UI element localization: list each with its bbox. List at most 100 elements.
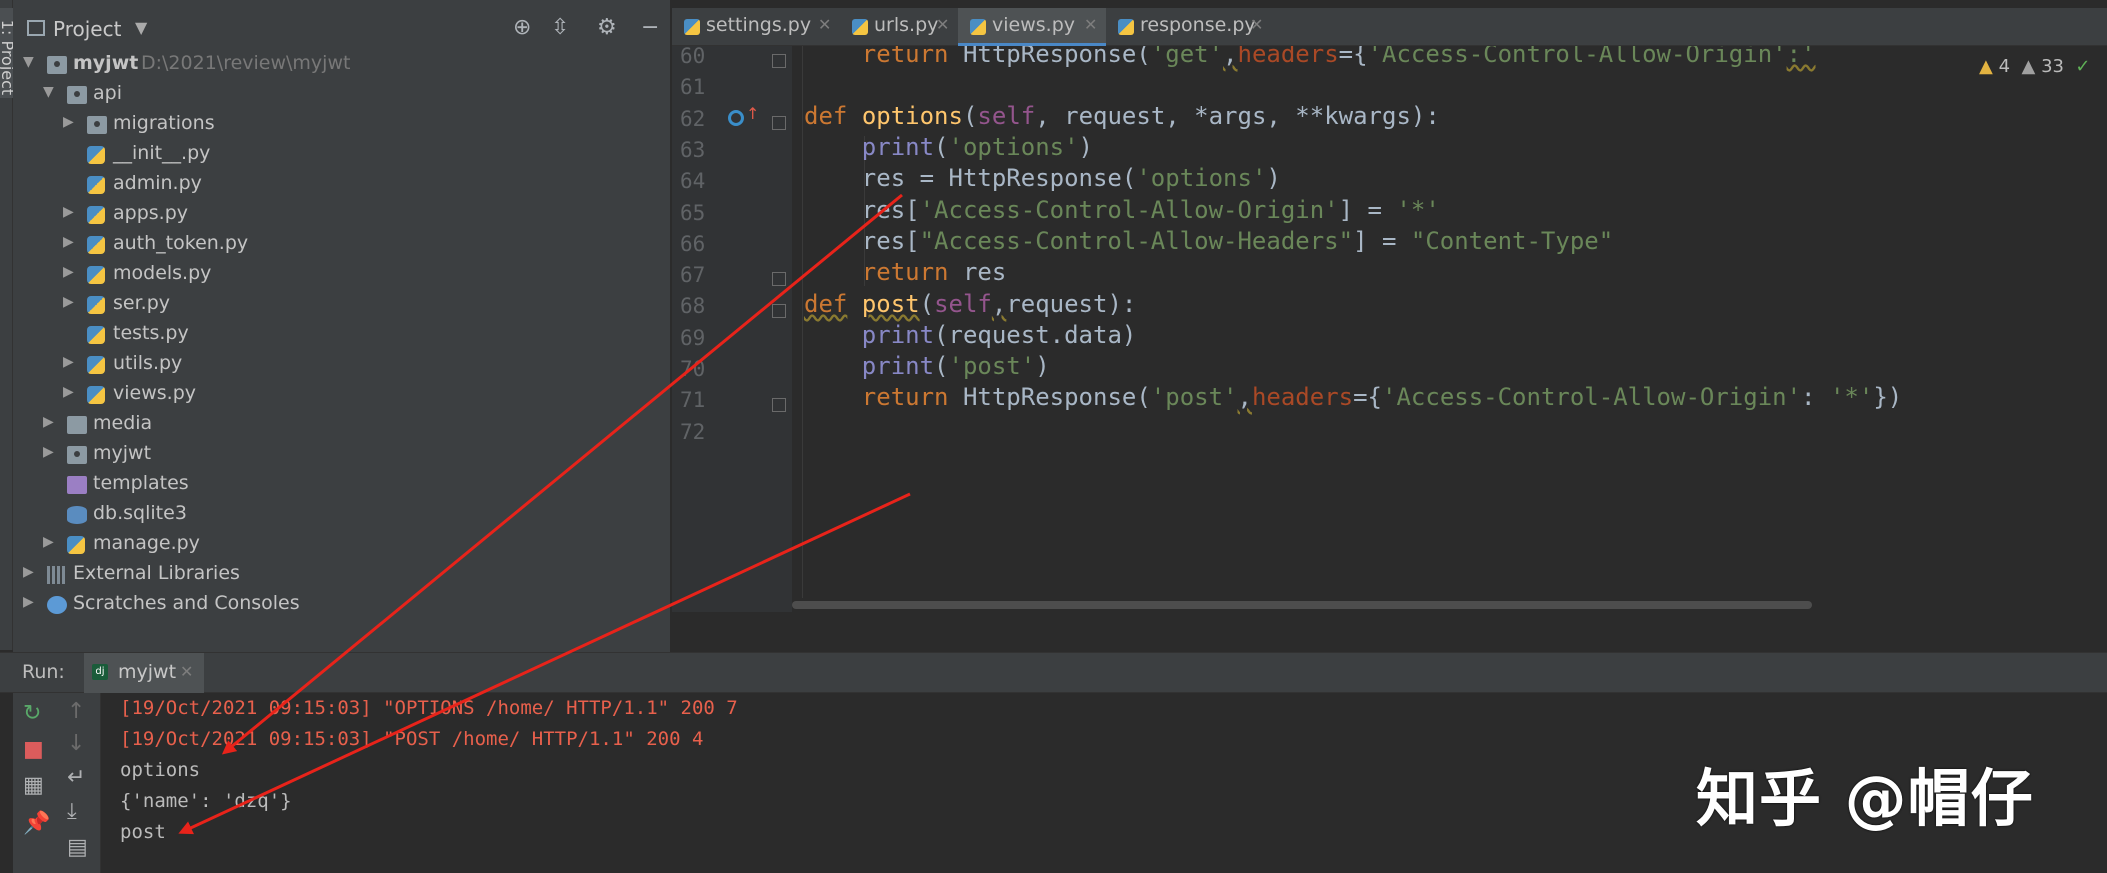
python-file-icon [1118, 19, 1134, 35]
tree-item[interactable]: ▶ myjwt [13, 440, 671, 470]
chevron-down-icon[interactable]: ▼ [23, 54, 34, 70]
tab-label: response.py [1140, 14, 1256, 36]
token: options [861, 102, 963, 130]
project-panel-title[interactable]: Project [53, 17, 121, 41]
editor-area: settings.py ✕ urls.py ✕ views.py ✕ respo… [672, 0, 2107, 652]
token: res[ [861, 196, 920, 224]
code-line-70: print('post') [861, 352, 1050, 380]
tree-item[interactable]: ▶ apps.py [13, 200, 671, 230]
tab-views-py[interactable]: views.py ✕ [958, 8, 1106, 46]
tab-settings-py[interactable]: settings.py ✕ [672, 8, 840, 46]
project-tool-tab[interactable]: 1: Project [0, 8, 17, 98]
chevron-right-icon[interactable]: ▶ [63, 234, 74, 250]
line-number: 63 [680, 137, 706, 162]
fold-marker-icon[interactable] [772, 304, 786, 318]
tree-item[interactable]: admin.py [13, 170, 671, 200]
close-icon[interactable]: ✕ [818, 15, 831, 34]
tree-item[interactable]: ▶ models.py [13, 260, 671, 290]
tool-window-strip: 1: Project [0, 0, 17, 650]
tree-item[interactable]: db.sqlite3 [13, 500, 671, 530]
tree-item[interactable]: tests.py [13, 320, 671, 350]
tree-item-label: api [93, 82, 122, 104]
chevron-right-icon[interactable]: ▶ [23, 564, 34, 580]
templates-folder-icon [67, 476, 87, 494]
weak-warning-count: 33 [2041, 56, 2064, 77]
tree-item-label: media [93, 412, 153, 434]
chevron-down-icon[interactable]: ▼ [135, 18, 147, 37]
tree-item[interactable]: ▶ migrations [13, 110, 671, 140]
tree-item[interactable]: ▶ Scratches and Consoles [13, 590, 671, 620]
indent-guide [802, 46, 803, 612]
code-editor[interactable]: return HttpResponse('get',headers={'Acce… [792, 46, 2107, 612]
horizontal-scrollbar[interactable] [792, 598, 2107, 612]
line-number: 70 [680, 357, 706, 381]
fold-marker-icon[interactable] [772, 272, 786, 286]
chevron-right-icon[interactable]: ▶ [63, 384, 74, 400]
run-tab-label: myjwt [118, 661, 177, 683]
package-folder-icon [67, 86, 87, 104]
tree-item[interactable]: ▼ myjwt D:\2021\review\myjwt [13, 50, 671, 80]
token: 'Access-Control-Allow-Origin' [1367, 46, 1787, 68]
tree-item[interactable]: templates [13, 470, 671, 500]
tree-item[interactable]: ▶ media [13, 410, 671, 440]
tab-response-py[interactable]: response.py ✕ [1106, 8, 1272, 46]
token: def [804, 102, 848, 130]
tree-item[interactable]: ▼ api [13, 80, 671, 110]
python-file-icon [87, 326, 105, 344]
tab-label: settings.py [706, 14, 812, 36]
inspection-widget[interactable]: ▲ 4 ▲ 33 ✓ [1979, 56, 2107, 86]
close-icon[interactable]: ✕ [1250, 15, 1263, 34]
token: 'Access-Control-Allow-Origin' [919, 196, 1339, 224]
close-icon[interactable]: ✕ [936, 15, 949, 34]
tree-item[interactable]: ▶ auth_token.py [13, 230, 671, 260]
chevron-right-icon[interactable]: ▶ [43, 444, 54, 460]
soft-wrap-icon[interactable]: ↵ [67, 765, 85, 790]
chevron-right-icon[interactable]: ▶ [63, 264, 74, 280]
run-tab-myjwt[interactable]: dj myjwt ✕ [84, 653, 204, 693]
locate-icon[interactable]: ⊕ [513, 15, 531, 40]
tree-item-label: db.sqlite3 [93, 502, 187, 524]
line-number: 67 [680, 263, 706, 288]
warning-icon: ▲ [1979, 56, 1993, 77]
override-marker-icon[interactable] [728, 110, 744, 126]
tree-item[interactable]: ▶ manage.py [13, 530, 671, 560]
chevron-right-icon[interactable]: ▶ [23, 594, 34, 610]
chevron-right-icon[interactable]: ▶ [43, 414, 54, 430]
tree-item[interactable]: ▶ views.py [13, 380, 671, 410]
layout-icon[interactable]: ▦ [23, 773, 44, 798]
tree-item-label: External Libraries [73, 562, 240, 584]
stop-icon[interactable]: ■ [23, 737, 44, 762]
token: print [861, 321, 935, 349]
fold-marker-icon[interactable] [772, 116, 786, 130]
line-number-gutter[interactable]: ↑ 60 61 62 63 64 65 66 67 68 69 70 71 72 [672, 44, 792, 612]
chevron-right-icon[interactable]: ▶ [63, 354, 74, 370]
fold-marker-icon[interactable] [772, 398, 786, 412]
chevron-right-icon[interactable]: ▶ [63, 114, 74, 130]
tree-item[interactable]: ▶ utils.py [13, 350, 671, 380]
tab-urls-py[interactable]: urls.py ✕ [840, 8, 958, 46]
chevron-right-icon[interactable]: ▶ [43, 534, 54, 550]
print-icon[interactable]: ▤ [67, 835, 88, 860]
line-number: 62 [680, 106, 706, 131]
pin-icon[interactable]: 📌 [23, 811, 50, 836]
arrow-down-icon[interactable]: ↓ [67, 731, 85, 756]
tree-item[interactable]: __init__.py [13, 140, 671, 170]
rerun-icon[interactable]: ↻ [23, 701, 41, 726]
collapse-all-icon[interactable]: ⇳ [551, 15, 569, 40]
close-icon[interactable]: ✕ [1084, 15, 1097, 34]
close-icon[interactable]: ✕ [180, 662, 193, 681]
tree-item-label: admin.py [113, 172, 202, 194]
code-line-71: return HttpResponse('post',headers={'Acc… [861, 383, 1903, 411]
scroll-to-end-icon[interactable]: ⤓ [67, 799, 77, 824]
console-line: post [120, 821, 166, 843]
chevron-right-icon[interactable]: ▶ [63, 294, 74, 310]
hide-icon[interactable]: − [641, 15, 659, 40]
gear-icon[interactable]: ⚙ [597, 15, 617, 40]
scrollbar-thumb[interactable] [792, 601, 1812, 609]
arrow-up-icon[interactable]: ↑ [67, 699, 85, 724]
fold-marker-icon[interactable] [772, 54, 786, 68]
chevron-right-icon[interactable]: ▶ [63, 204, 74, 220]
chevron-down-icon[interactable]: ▼ [43, 84, 54, 100]
tree-item[interactable]: ▶ ser.py [13, 290, 671, 320]
tree-item[interactable]: ▶ External Libraries [13, 560, 671, 590]
